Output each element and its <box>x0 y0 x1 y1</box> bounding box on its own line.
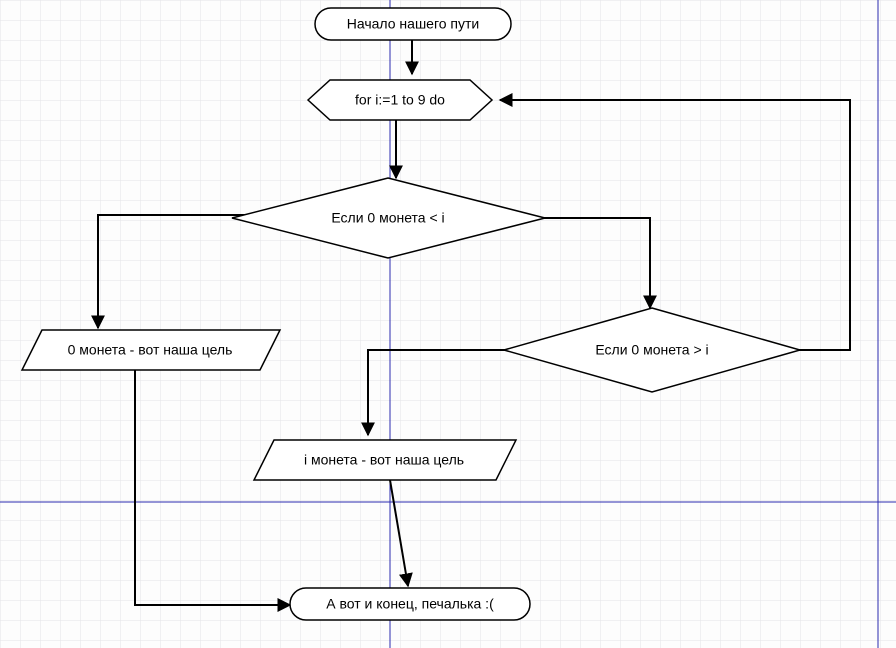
flowchart-canvas: Начало нашего пути for i:=1 to 9 do Если… <box>0 0 896 648</box>
node-cond1-label: Если 0 монета < i <box>331 210 444 226</box>
node-out2-label: i монета - вот наша цель <box>304 452 464 468</box>
node-start: Начало нашего пути <box>315 8 511 40</box>
node-cond2-label: Если 0 монета > i <box>595 342 708 358</box>
node-out1-label: 0 монета - вот наша цель <box>68 342 233 358</box>
node-loop-label: for i:=1 to 9 do <box>355 92 445 108</box>
node-end: А вот и конец, печалька :( <box>290 588 530 620</box>
node-start-label: Начало нашего пути <box>347 16 480 32</box>
node-end-label: А вот и конец, печалька :( <box>326 596 494 612</box>
node-out1: 0 монета - вот наша цель <box>22 330 280 370</box>
node-out2: i монета - вот наша цель <box>254 440 516 480</box>
node-loop: for i:=1 to 9 do <box>308 80 492 120</box>
